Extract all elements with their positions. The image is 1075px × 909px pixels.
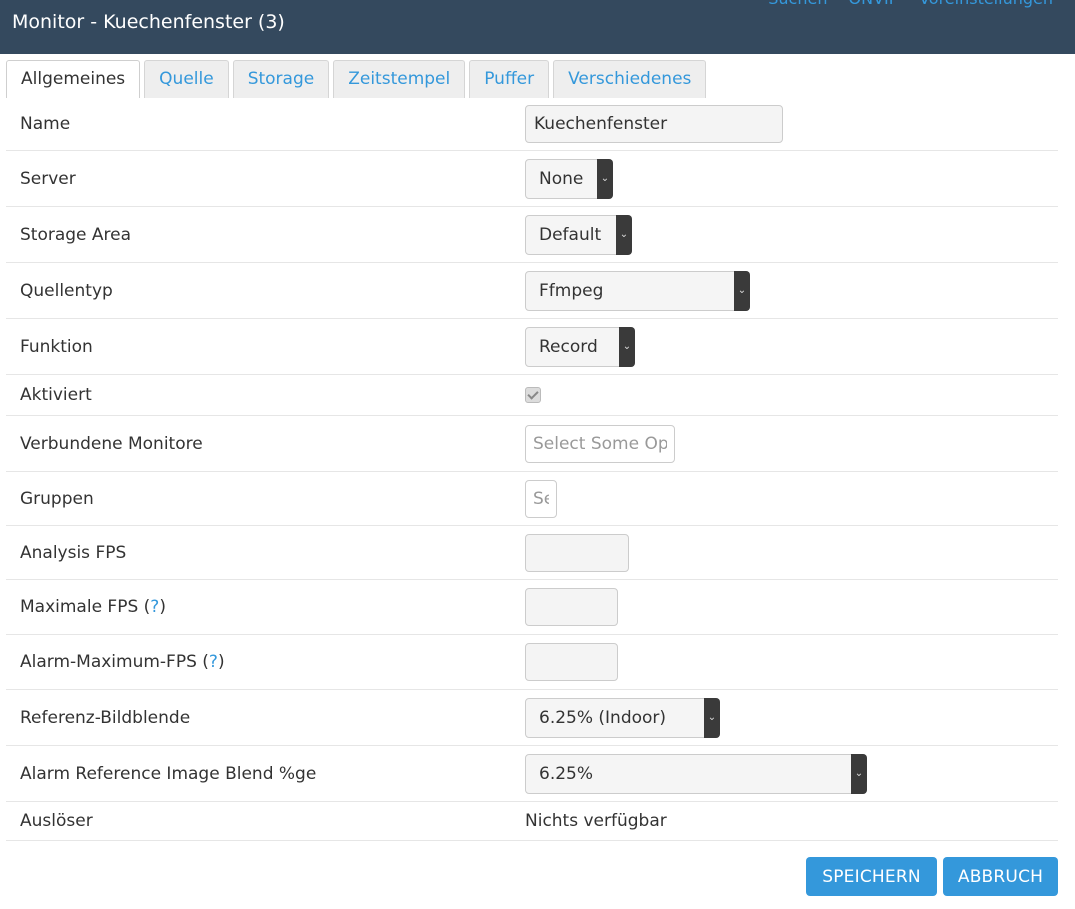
row-storage-area: Storage Area Default ⌄: [6, 207, 1058, 263]
save-button[interactable]: SPEICHERN: [806, 857, 937, 896]
linked-monitors-label: Verbundene Monitore: [20, 433, 203, 454]
tab-allgemeines[interactable]: Allgemeines: [6, 60, 141, 98]
row-analysis-fps: Analysis FPS: [6, 526, 1058, 580]
ref-blend-select[interactable]: 6.25% (Indoor) ⌄: [525, 697, 720, 738]
search-link[interactable]: Suchen: [768, 0, 827, 8]
tab-quelle[interactable]: Quelle: [144, 60, 229, 98]
row-ref-blend: Referenz-Bildblende 6.25% (Indoor) ⌄: [6, 690, 1058, 746]
alarm-max-fps-label-text: Alarm-Maximum-FPS (: [20, 652, 209, 672]
max-fps-input[interactable]: [525, 588, 618, 626]
chevron-down-icon: ⌄: [704, 697, 720, 738]
alarm-max-fps-label: Alarm-Maximum-FPS (?): [20, 652, 225, 672]
alarm-ref-blend-select-value: 6.25%: [539, 763, 594, 784]
ref-blend-label: Referenz-Bildblende: [20, 707, 191, 728]
tab-bar: Allgemeines Quelle Storage Zeitstempel P…: [6, 60, 710, 98]
row-linked-monitors: Verbundene Monitore: [6, 416, 1058, 472]
row-groups: Gruppen: [6, 472, 1058, 526]
row-max-fps: Maximale FPS (?): [6, 580, 1058, 635]
alarm-max-fps-help-link[interactable]: ?: [209, 652, 218, 672]
name-label: Name: [20, 114, 71, 134]
tab-zeitstempel[interactable]: Zeitstempel: [333, 60, 466, 98]
alarm-max-fps-label-suffix: ): [217, 652, 225, 672]
server-select-value: None: [539, 168, 584, 189]
chevron-down-icon: ⌄: [734, 270, 750, 311]
row-alarm-ref-blend: Alarm Reference Image Blend %ge 6.25% ⌄: [6, 746, 1058, 802]
alarm-ref-blend-label: Alarm Reference Image Blend %ge: [20, 763, 317, 784]
tab-puffer[interactable]: Puffer: [469, 60, 550, 98]
source-type-label: Quellentyp: [20, 280, 113, 301]
storage-area-select[interactable]: Default ⌄: [525, 214, 632, 255]
storage-area-select-value: Default: [539, 224, 602, 245]
cancel-button[interactable]: ABBRUCH: [943, 857, 1058, 896]
presets-link[interactable]: Voreinstellungen: [919, 0, 1053, 8]
name-input[interactable]: [525, 105, 783, 143]
header-links: Suchen ONVIF Voreinstellungen: [752, 0, 1053, 8]
max-fps-label-text: Maximale FPS (: [20, 597, 151, 617]
source-type-select[interactable]: Ffmpeg ⌄: [525, 270, 750, 311]
server-label: Server: [20, 168, 76, 189]
chevron-down-icon: ⌄: [851, 753, 867, 794]
row-function: Funktion Record ⌄: [6, 319, 1058, 375]
max-fps-label: Maximale FPS (?): [20, 597, 166, 617]
ref-blend-select-value: 6.25% (Indoor): [539, 707, 667, 728]
row-triggers: Auslöser Nichts verfügbar: [6, 802, 1058, 841]
tab-verschiedenes[interactable]: Verschiedenes: [553, 60, 707, 98]
max-fps-help-link[interactable]: ?: [150, 597, 159, 617]
row-source-type: Quellentyp Ffmpeg ⌄: [6, 263, 1058, 319]
groups-label: Gruppen: [20, 488, 94, 509]
server-select[interactable]: None ⌄: [525, 158, 613, 199]
analysis-fps-label: Analysis FPS: [20, 542, 127, 563]
triggers-value: Nichts verfügbar: [525, 811, 667, 831]
row-alarm-max-fps: Alarm-Maximum-FPS (?): [6, 635, 1058, 690]
chevron-down-icon: ⌄: [597, 158, 613, 199]
groups-input[interactable]: [525, 479, 557, 518]
tab-storage[interactable]: Storage: [232, 60, 330, 98]
alarm-max-fps-input[interactable]: [525, 643, 618, 681]
onvif-link[interactable]: ONVIF: [849, 0, 898, 8]
page-title: Monitor - Kuechenfenster (3): [12, 11, 285, 33]
function-select-value: Record: [539, 336, 598, 357]
function-label: Funktion: [20, 336, 93, 357]
page-header: Monitor - Kuechenfenster (3) Suchen ONVI…: [0, 0, 1075, 54]
linked-monitors-input[interactable]: [525, 424, 675, 463]
function-select[interactable]: Record ⌄: [525, 326, 635, 367]
enabled-checkbox[interactable]: [525, 387, 541, 403]
alarm-ref-blend-select[interactable]: 6.25% ⌄: [525, 753, 867, 794]
enabled-label: Aktiviert: [20, 385, 92, 405]
chevron-down-icon: ⌄: [616, 214, 632, 255]
row-enabled: Aktiviert: [6, 375, 1058, 416]
monitor-form: Name Server None ⌄ Storage Area Default …: [6, 98, 1058, 841]
chevron-down-icon: ⌄: [619, 326, 635, 367]
row-server: Server None ⌄: [6, 151, 1058, 207]
triggers-label: Auslöser: [20, 811, 93, 831]
row-name: Name: [6, 98, 1058, 151]
storage-area-label: Storage Area: [20, 224, 132, 245]
analysis-fps-input[interactable]: [525, 533, 629, 572]
source-type-select-value: Ffmpeg: [539, 280, 604, 301]
max-fps-label-suffix: ): [159, 597, 166, 617]
